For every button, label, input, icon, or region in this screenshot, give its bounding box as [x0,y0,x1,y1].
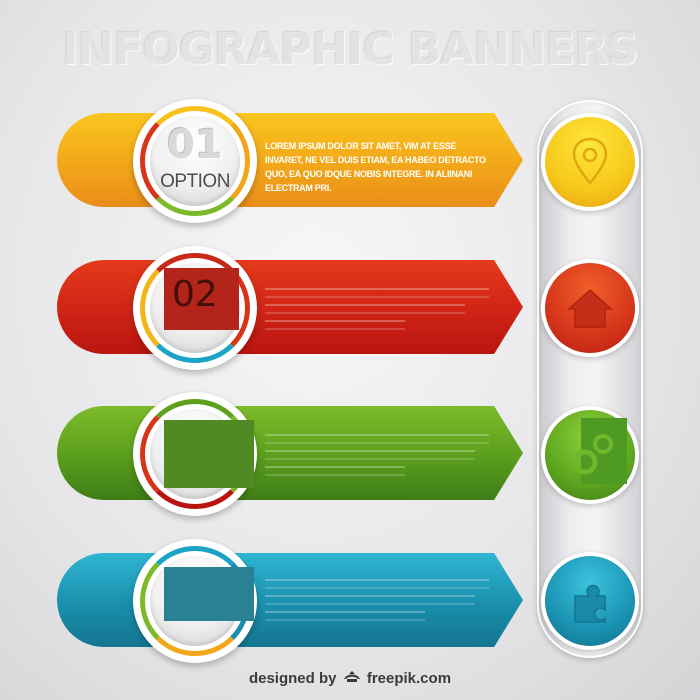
badge-inner: 01 OPTION [150,116,240,206]
banner-3-text-placeholder [265,450,475,460]
banner-2-text-placeholder [265,304,465,314]
rail-dot-4 [545,556,635,646]
rail-dot-3 [545,410,635,500]
option-badge-1: 01 OPTION [133,99,257,223]
banner-4-text-placeholder [265,611,425,621]
option-badge-4 [133,539,257,663]
banner-2-text-placeholder [265,288,489,298]
banner-4-text-placeholder [265,579,489,589]
banner-2-text-placeholder [265,320,405,330]
rail-dot-1 [545,117,635,207]
freepik-logo-icon [343,671,360,682]
house-icon [567,288,613,328]
option-number: 01 [167,122,223,168]
option-label: OPTION [160,171,230,192]
banner-4-text-placeholder [265,595,475,605]
infographic-title: INFOGRAPHIC BANNERS [62,24,639,75]
option-badge-3 [133,392,257,516]
gears-icon [572,418,627,484]
credit-prefix: designed by [248,670,337,687]
rail-dot-2 [545,263,635,353]
banner-1-text: LOREM IPSUM DOLOR SIT AMET, VIM AT ESSE … [265,141,486,193]
designer-credit: designed by freepik.com [0,670,700,687]
banner-3-text-placeholder [265,466,405,476]
banner-option-2 [57,260,523,354]
option-badge-2: 02 [133,246,257,370]
badge-2-cover: 02 [164,268,239,330]
badge-4-cover [164,567,254,621]
banner-option-3 [57,406,523,500]
credit-brand[interactable]: freepik.com [367,670,451,687]
banner-option-4 [57,553,523,647]
location-pin-icon [572,137,608,185]
option-number: 02 [172,274,218,315]
banner-3-text-placeholder [265,434,489,444]
banner-option-1: LOREM IPSUM DOLOR SIT AMET, VIM AT ESSE … [57,113,523,207]
puzzle-icon [574,584,606,623]
badge-3-cover [164,420,254,488]
